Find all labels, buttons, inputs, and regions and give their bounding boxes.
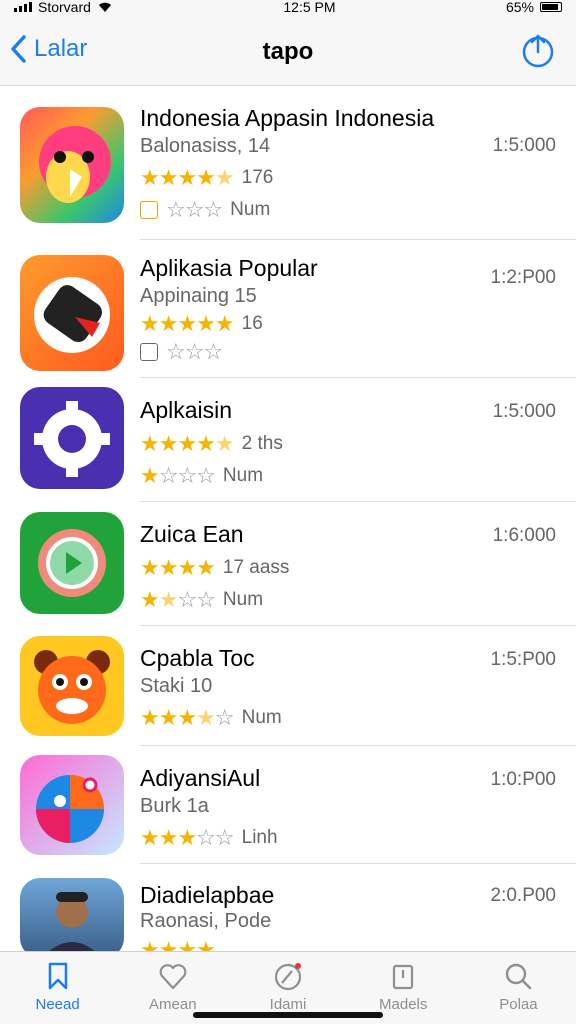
row-divider <box>140 625 576 626</box>
status-left: Storvard <box>14 0 113 14</box>
tab-polaa[interactable]: Polaa <box>461 952 576 1024</box>
rating-row: ★★★★☆ Num <box>140 705 282 731</box>
app-name: Indonesia Appasin Indonesia <box>140 105 435 131</box>
star-rating: ☆☆☆ <box>166 197 223 222</box>
tab-label: Amean <box>149 996 197 1013</box>
secondary-label: Linh <box>241 827 278 848</box>
star-rating: ★★☆☆ <box>140 587 216 612</box>
badge-icon <box>140 343 158 361</box>
bookmark-icon <box>48 962 67 990</box>
signal-icon <box>14 2 32 12</box>
app-icon-cursor[interactable] <box>20 255 124 371</box>
star-rating: ★★★★ <box>140 937 216 951</box>
rating-count: 17 aass <box>222 557 290 578</box>
battery-icon <box>540 2 562 12</box>
rating-row: ★★★★★ 176 <box>140 165 273 191</box>
status-time: 12:5 PM <box>283 0 336 14</box>
status-right: 65% <box>506 0 562 14</box>
battery-percent: 65% <box>505 0 534 14</box>
rating-row: ★★★★ 17 aass <box>140 555 289 581</box>
search-icon <box>506 963 532 990</box>
badge-icon <box>140 201 158 219</box>
app-icon-bird[interactable] <box>20 755 124 855</box>
app-time: 1:5:000 <box>492 401 556 422</box>
star-rating: ★★★★☆ <box>140 705 235 730</box>
rating-row: ★★★★★ 16 <box>140 311 263 337</box>
app-time: 1:6:000 <box>492 525 556 546</box>
row-divider <box>140 863 576 864</box>
star-rating: ★★★★★ <box>140 311 235 336</box>
app-name: Zuica Ean <box>140 521 244 547</box>
tab-bar: Neead Amean Idami Madels Polaa <box>0 951 576 1024</box>
tab-label: Madels <box>379 996 428 1013</box>
app-subtitle: Staki 10 <box>140 675 213 697</box>
star-rating: ★★★☆☆ <box>140 825 235 850</box>
secondary-rating-row: ★★☆☆ Num <box>140 587 263 613</box>
app-subtitle: Appinaing 15 <box>140 285 257 307</box>
app-icon-gear[interactable] <box>20 387 124 489</box>
star-rating: ★★★★★ <box>140 165 235 190</box>
home-indicator[interactable] <box>193 1012 383 1018</box>
app-time: 1:5:P00 <box>490 649 557 670</box>
star-rating: ★★★★★ <box>140 431 235 456</box>
app-name: Aplikasia Popular <box>140 255 318 281</box>
app-list[interactable]: Indonesia Appasin Indonesia Balonasiss, … <box>0 87 576 951</box>
app-time: 1:5:000 <box>492 135 556 156</box>
rating-count: 176 <box>241 167 274 188</box>
secondary-label: Num <box>222 589 264 610</box>
app-subtitle: Balonasiss, 14 <box>140 135 271 157</box>
navigation-bar: Lalar tapo <box>0 14 576 86</box>
app-subtitle: Raonasi, Pode <box>140 910 272 932</box>
rating-row: ★★★★ <box>140 937 216 951</box>
share-icon[interactable] <box>520 32 556 68</box>
row-divider <box>140 239 576 240</box>
tab-label: Neead <box>35 996 80 1013</box>
row-divider <box>140 501 576 502</box>
secondary-label: Num <box>230 199 271 220</box>
rating-count: 16 <box>241 313 263 334</box>
secondary-rating-row: ☆☆☆ <box>140 339 223 365</box>
carrier-label: Storvard <box>38 0 91 14</box>
app-icon-portrait[interactable] <box>20 878 124 951</box>
tab-neead[interactable]: Neead <box>0 952 115 1024</box>
app-icon-bear[interactable] <box>20 636 124 736</box>
secondary-rating-row: ☆☆☆ Num <box>140 197 270 223</box>
compass-icon <box>274 963 302 991</box>
app-time: 2:0.P00 <box>490 885 557 906</box>
wifi-icon <box>98 2 111 12</box>
star-rating: ★☆☆☆ <box>140 463 216 488</box>
status-bar: Storvard 12:5 PM 65% <box>0 0 576 14</box>
secondary-label: Num <box>222 465 264 486</box>
app-icon-parrot[interactable] <box>20 107 124 223</box>
rating-row: ★★★☆☆ Linh <box>140 825 278 851</box>
app-subtitle: Burk 1a <box>140 795 209 817</box>
row-divider <box>140 745 576 746</box>
app-name: Cpabla Toc <box>140 645 255 671</box>
star-rating: ★★★★ <box>140 555 216 580</box>
app-name: Diadielapbae <box>140 882 275 908</box>
app-name: Aplkaisin <box>140 397 233 423</box>
app-time: 1:0:P00 <box>490 769 557 790</box>
page-title: tapo <box>262 38 314 65</box>
secondary-label: Num <box>241 707 282 728</box>
tab-label: Polaa <box>499 996 538 1013</box>
heart-icon <box>159 964 187 990</box>
rating-count: 2 ths <box>241 433 283 454</box>
row-divider <box>140 377 576 378</box>
star-rating: ☆☆☆ <box>166 339 223 364</box>
app-icon-play[interactable] <box>20 512 124 614</box>
clipboard-icon <box>393 964 414 990</box>
rating-row: ★★★★★ 2 ths <box>140 431 283 457</box>
app-name: AdiyansiAul <box>140 765 261 791</box>
tab-label: Idami <box>269 996 307 1013</box>
secondary-rating-row: ★☆☆☆ Num <box>140 463 263 489</box>
app-time: 1:2:P00 <box>490 267 557 288</box>
